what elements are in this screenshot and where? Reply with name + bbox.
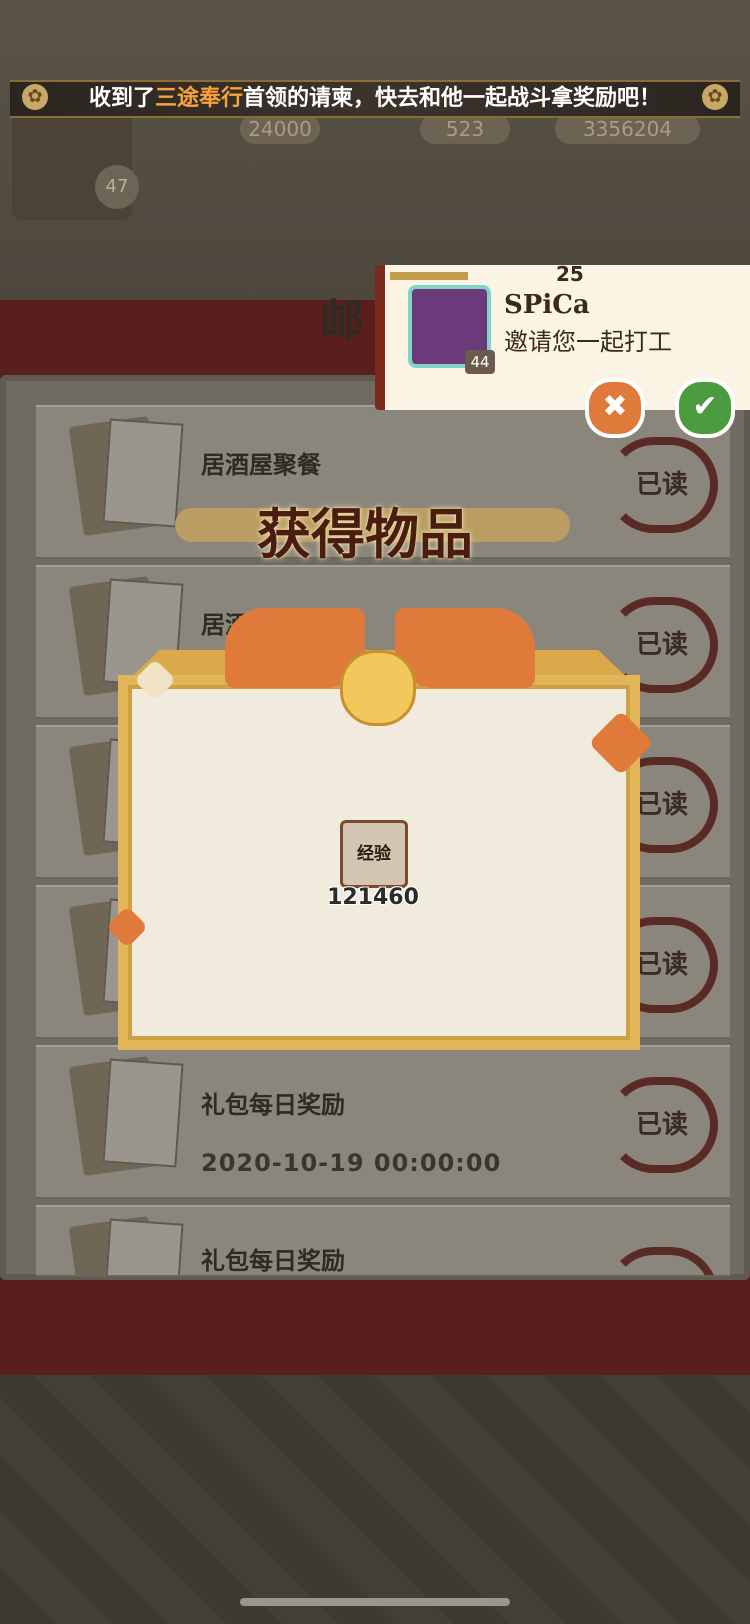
ribbon-right-icon [395, 608, 535, 688]
invite-counter: 25 [556, 262, 584, 286]
read-stamp: 已读 [606, 1247, 718, 1275]
inviter-name: SPiCa [504, 290, 590, 320]
home-indicator[interactable] [240, 1598, 510, 1606]
exp-scroll-item[interactable]: 经验 [340, 820, 408, 888]
envelope-icon [68, 415, 186, 541]
bottom-scene [0, 1375, 750, 1624]
gem-counter: 523 [420, 114, 510, 144]
mail-row[interactable]: 礼包每日奖励 2020-10-19 00:00:00 已读 [36, 1045, 730, 1199]
notice-suffix: 首领的请柬，快去和他一起战斗拿奖励吧！ [243, 86, 662, 111]
mail-title: 居酒屋聚餐 [201, 451, 321, 479]
flower-icon: ✿ [22, 84, 48, 110]
invite-message: 邀请您一起打工 [504, 328, 672, 356]
flower-icon: ✿ [702, 84, 728, 110]
mail-title: 礼包每日奖励 [201, 1247, 345, 1275]
mail-title: 礼包每日奖励 [201, 1091, 345, 1119]
reject-invite-button[interactable]: ✖ [585, 378, 645, 438]
accept-invite-button[interactable]: ✔ [675, 378, 735, 438]
exp-item-count: 121460 [327, 885, 419, 910]
player-level-badge: 47 [95, 165, 139, 209]
read-stamp: 已读 [606, 1077, 718, 1173]
coin-counter: 24000 [240, 114, 320, 144]
invite-timer-bar [390, 272, 468, 280]
mail-panel-title: 邮 [320, 296, 364, 347]
invitation-notice[interactable]: 收到了三途奉行首领的请柬，快去和他一起战斗拿奖励吧！ [10, 80, 740, 118]
envelope-icon [68, 1215, 186, 1275]
mail-row[interactable]: 礼包每日奖励 已读 [36, 1205, 730, 1277]
read-stamp: 已读 [606, 437, 718, 533]
inviter-level-badge: 44 [465, 350, 495, 374]
mail-date: 2020-10-19 00:00:00 [201, 1149, 502, 1177]
reward-title: 获得物品 [257, 503, 473, 566]
money-counter: 3356204 [555, 114, 700, 144]
bell-icon [340, 650, 416, 726]
notice-highlight: 三途奉行 [154, 86, 243, 111]
envelope-icon [68, 1055, 186, 1181]
notice-prefix: 收到了 [88, 86, 155, 111]
